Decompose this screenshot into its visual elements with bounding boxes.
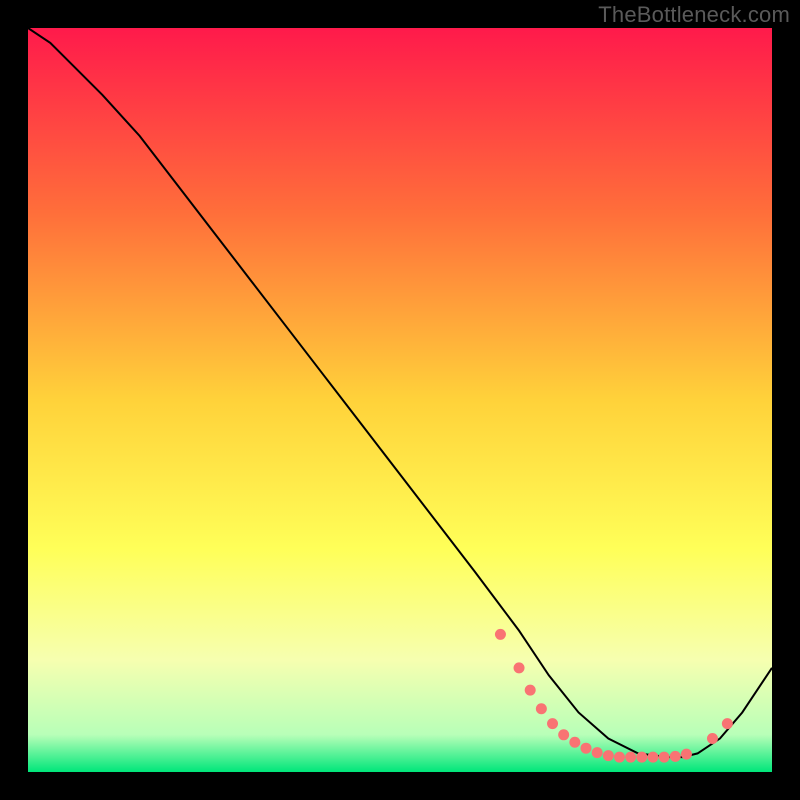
marker-dot (681, 749, 692, 760)
marker-dot (614, 752, 625, 763)
marker-dot (659, 752, 670, 763)
marker-dot (581, 743, 592, 754)
marker-dot (592, 747, 603, 758)
marker-dot (558, 729, 569, 740)
watermark-text: TheBottleneck.com (598, 2, 790, 28)
marker-dot (636, 752, 647, 763)
chart-container: TheBottleneck.com (0, 0, 800, 800)
gradient-background (28, 28, 772, 772)
marker-dot (525, 685, 536, 696)
marker-dot (722, 718, 733, 729)
chart-svg (28, 28, 772, 772)
marker-dot (707, 733, 718, 744)
marker-dot (514, 662, 525, 673)
marker-dot (603, 750, 614, 761)
plot-area (28, 28, 772, 772)
marker-dot (569, 737, 580, 748)
marker-dot (536, 703, 547, 714)
marker-dot (670, 751, 681, 762)
marker-dot (495, 629, 506, 640)
marker-dot (647, 752, 658, 763)
marker-dot (547, 718, 558, 729)
marker-dot (625, 752, 636, 763)
